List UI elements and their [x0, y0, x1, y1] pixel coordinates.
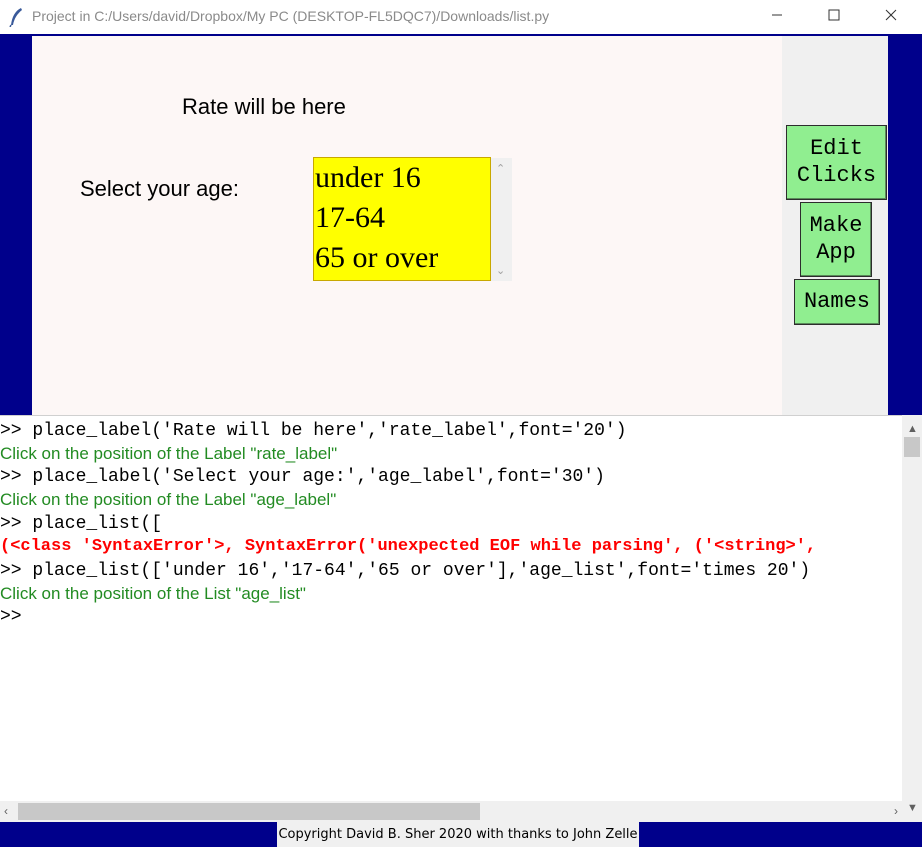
console-line: Click on the position of the Label "rate…: [0, 444, 338, 463]
console-line: >> place_label('Select your age:','age_l…: [0, 467, 605, 487]
title-bar: Project in C:/Users/david/Dropbox/My PC …: [0, 0, 922, 34]
minimize-button[interactable]: [754, 0, 800, 34]
console-line: >> place_list(['under 16','17-64','65 or…: [0, 561, 811, 581]
console-line: Click on the position of the Label "age_…: [0, 490, 337, 509]
vertical-scroll-thumb[interactable]: [904, 437, 920, 457]
chevron-left-icon[interactable]: ‹: [4, 804, 8, 818]
console-output[interactable]: >> place_label('Rate will be here','rate…: [0, 415, 902, 802]
canvas-frame: Rate will be here Select your age: under…: [0, 34, 922, 415]
chevron-right-icon[interactable]: ›: [894, 804, 898, 818]
console-line: Click on the position of the List "age_l…: [0, 584, 306, 603]
rate-label: Rate will be here: [182, 94, 346, 119]
close-icon: [885, 8, 897, 26]
close-button[interactable]: [868, 0, 914, 34]
console-vertical-scrollbar[interactable]: ▲ ▼: [902, 415, 922, 822]
design-canvas[interactable]: Rate will be here Select your age: under…: [32, 36, 782, 415]
age-label: Select your age:: [80, 176, 239, 201]
maximize-button[interactable]: [811, 0, 857, 34]
maximize-icon: [828, 8, 840, 26]
names-button[interactable]: Names: [794, 279, 880, 325]
age-listbox[interactable]: under 16 17-64 65 or over: [313, 157, 491, 281]
chevron-down-icon[interactable]: ▼: [907, 802, 918, 814]
listbox-scrollbar[interactable]: ⌃ ⌄: [491, 158, 512, 281]
list-item[interactable]: 17-64: [314, 198, 490, 238]
console-line: >> place_label('Rate will be here','rate…: [0, 421, 627, 441]
copyright-label: Copyright David B. Sher 2020 with thanks…: [277, 822, 639, 847]
list-item[interactable]: 65 or over: [314, 238, 490, 278]
make-app-button[interactable]: Make App: [800, 202, 872, 277]
console-error-line: (<class 'SyntaxError'>, SyntaxError('une…: [0, 537, 817, 556]
tool-sidebar: Edit Clicks Make App Names: [782, 36, 888, 415]
edit-clicks-button[interactable]: Edit Clicks: [786, 125, 887, 200]
console-line: >> place_list([: [0, 514, 163, 534]
footer-bar: Copyright David B. Sher 2020 with thanks…: [0, 822, 922, 847]
list-item[interactable]: under 16: [314, 158, 490, 198]
console-prompt[interactable]: >>: [0, 607, 22, 627]
horizontal-scroll-thumb[interactable]: [18, 803, 480, 820]
console-horizontal-scrollbar[interactable]: ‹ ›: [0, 801, 902, 822]
window-title: Project in C:/Users/david/Dropbox/My PC …: [32, 8, 550, 24]
chevron-up-icon[interactable]: ▲: [907, 423, 918, 435]
chevron-down-icon[interactable]: ⌄: [496, 264, 505, 277]
minimize-icon: [771, 8, 783, 26]
feather-icon: [8, 7, 26, 28]
chevron-up-icon[interactable]: ⌃: [496, 162, 505, 175]
